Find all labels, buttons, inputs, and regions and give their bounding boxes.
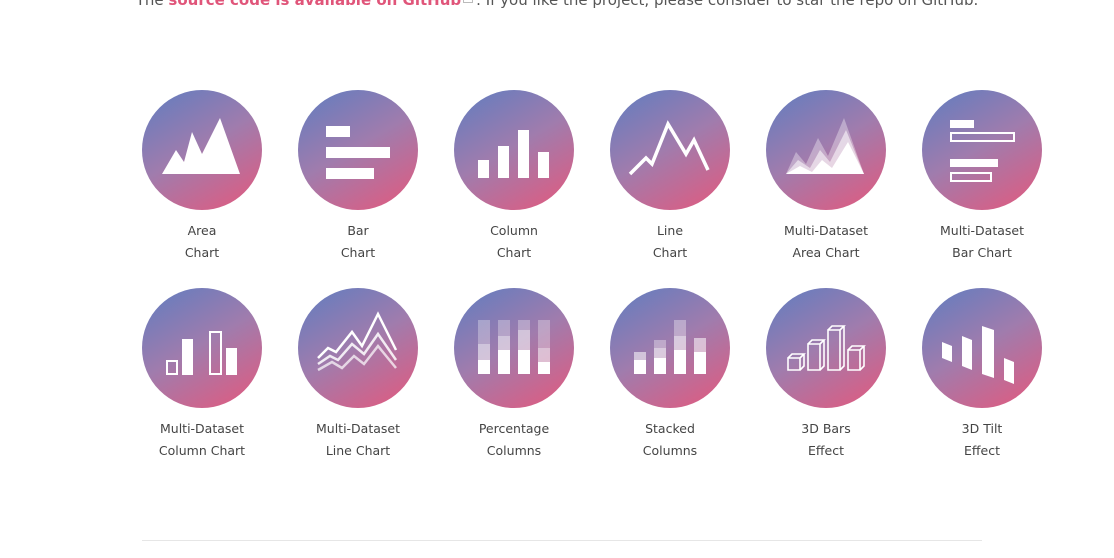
bar-chart-icon[interactable] — [298, 90, 418, 210]
card-label[interactable]: Multi-Dataset Area Chart — [748, 220, 904, 264]
card-column-chart[interactable]: Column Chart — [436, 90, 592, 264]
card-label[interactable]: Stacked Columns — [592, 418, 748, 462]
chart-types-grid: Area Chart Bar Chart Column Chart Line C… — [124, 90, 1060, 462]
external-link-icon — [463, 0, 474, 3]
card-label[interactable]: Bar Chart — [280, 220, 436, 264]
card-label[interactable]: Area Chart — [124, 220, 280, 264]
intro-suffix: . If you like the project, please consid… — [476, 0, 979, 9]
3d-tilt-icon[interactable] — [922, 288, 1042, 408]
card-label[interactable]: Column Chart — [436, 220, 592, 264]
card-label[interactable]: Percentage Columns — [436, 418, 592, 462]
column-chart-icon[interactable] — [454, 90, 574, 210]
line-chart-icon[interactable] — [610, 90, 730, 210]
multi-column-chart-icon[interactable] — [142, 288, 262, 408]
3d-bars-icon[interactable] — [766, 288, 886, 408]
card-stacked-columns[interactable]: Stacked Columns — [592, 288, 748, 462]
area-chart-icon[interactable] — [142, 90, 262, 210]
card-percentage-columns[interactable]: Percentage Columns — [436, 288, 592, 462]
card-multi-bar-chart[interactable]: Multi-Dataset Bar Chart — [904, 90, 1060, 264]
card-multi-line-chart[interactable]: Multi-Dataset Line Chart — [280, 288, 436, 462]
card-label[interactable]: Line Chart — [592, 220, 748, 264]
intro-prefix: The — [135, 0, 169, 9]
card-3d-tilt[interactable]: 3D Tilt Effect — [904, 288, 1060, 462]
card-area-chart[interactable]: Area Chart — [124, 90, 280, 264]
card-bar-chart[interactable]: Bar Chart — [280, 90, 436, 264]
stacked-columns-icon[interactable] — [610, 288, 730, 408]
card-multi-area-chart[interactable]: Multi-Dataset Area Chart — [748, 90, 904, 264]
card-label[interactable]: 3D Bars Effect — [748, 418, 904, 462]
card-label[interactable]: Multi-Dataset Bar Chart — [904, 220, 1060, 264]
percentage-columns-icon[interactable] — [454, 288, 574, 408]
multi-bar-chart-icon[interactable] — [922, 90, 1042, 210]
card-label[interactable]: Multi-Dataset Line Chart — [280, 418, 436, 462]
card-multi-column-chart[interactable]: Multi-Dataset Column Chart — [124, 288, 280, 462]
card-label[interactable]: Multi-Dataset Column Chart — [124, 418, 280, 462]
multi-line-chart-icon[interactable] — [298, 288, 418, 408]
github-link[interactable]: source code is available on GitHub — [168, 0, 461, 9]
multi-area-chart-icon[interactable] — [766, 90, 886, 210]
card-line-chart[interactable]: Line Chart — [592, 90, 748, 264]
card-label[interactable]: 3D Tilt Effect — [904, 418, 1060, 462]
card-3d-bars[interactable]: 3D Bars Effect — [748, 288, 904, 462]
intro-text: The source code is available on GitHub . … — [0, 0, 1114, 9]
footer-divider — [142, 540, 982, 541]
